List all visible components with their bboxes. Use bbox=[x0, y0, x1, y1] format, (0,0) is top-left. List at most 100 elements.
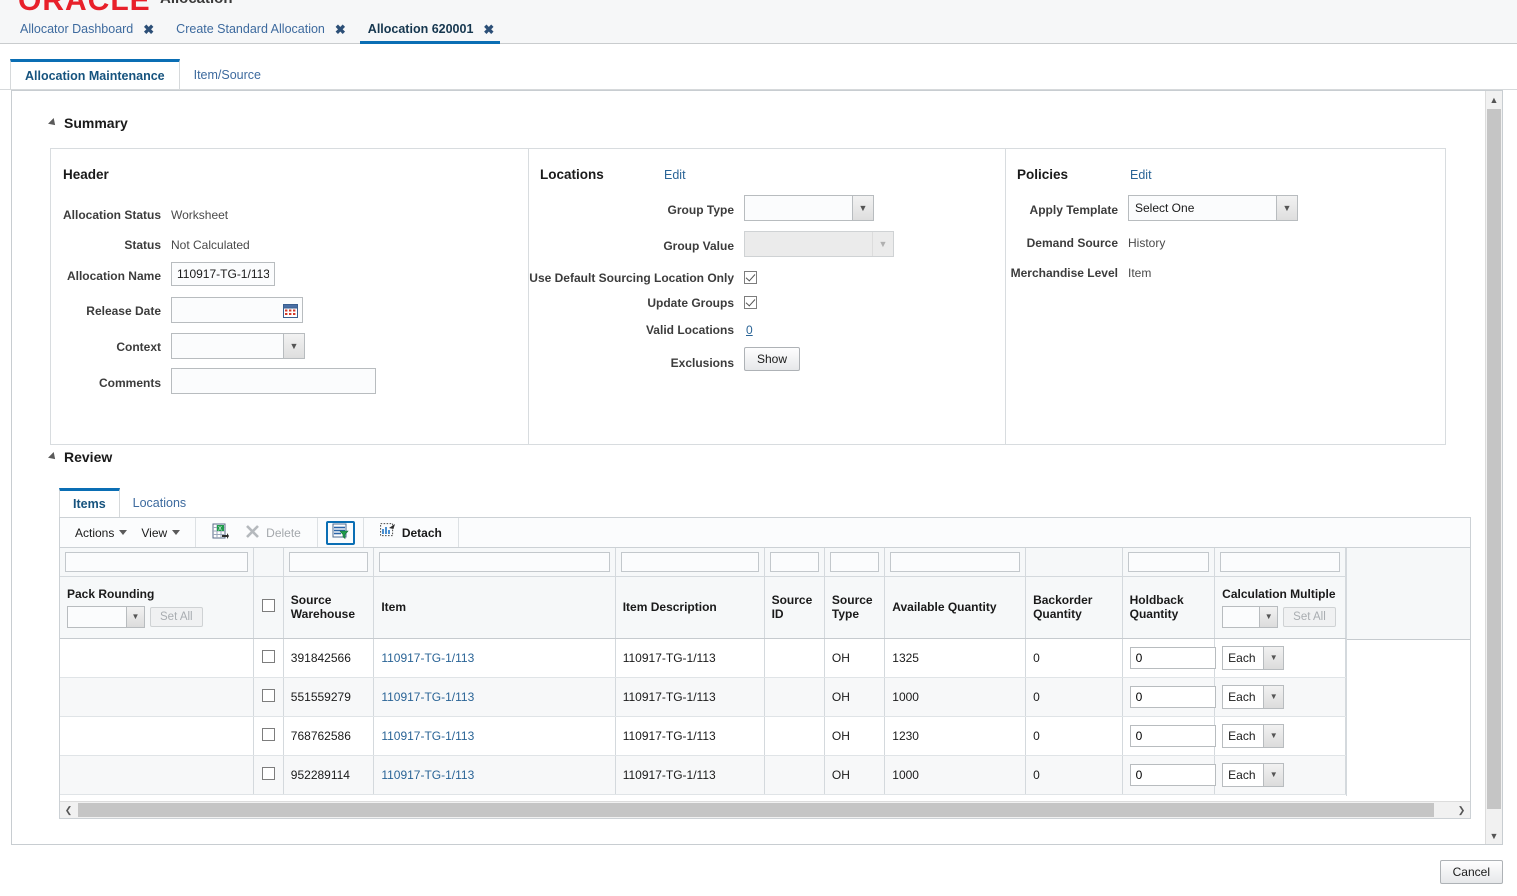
table-row[interactable]: 768762586 110917-TG-1/113 110917-TG-1/11… bbox=[60, 716, 1346, 756]
apply-template-select[interactable]: Select One ▼ bbox=[1128, 195, 1298, 221]
calculation-multiple-row-select[interactable]: Each ▼ bbox=[1222, 762, 1285, 787]
holdback-quantity-input[interactable] bbox=[1129, 646, 1216, 669]
column-header-available-quantity-label: Available Quantity bbox=[892, 600, 997, 614]
calculation-multiple-row-select[interactable]: Each ▼ bbox=[1222, 723, 1285, 748]
export-to-excel-button[interactable]: X bbox=[204, 521, 237, 545]
apply-template-label: Apply Template bbox=[1029, 203, 1118, 217]
cell-source-type: OH bbox=[824, 638, 886, 678]
filter-input-pack-rounding[interactable] bbox=[65, 551, 248, 572]
column-header-pack-rounding[interactable]: Pack Rounding ▼ Set All bbox=[60, 576, 254, 639]
item-link[interactable]: 110917-TG-1/113 bbox=[381, 690, 474, 704]
content-frame: Summary Header Allocation Status Workshe… bbox=[11, 90, 1503, 845]
review-tab-locations[interactable]: Locations bbox=[120, 488, 200, 517]
filter-input-calculation-multiple[interactable] bbox=[1220, 551, 1340, 572]
header-panel-title: Header bbox=[63, 167, 109, 182]
cell-source-id bbox=[764, 638, 825, 678]
calculation-multiple-row-select[interactable]: Each ▼ bbox=[1222, 645, 1285, 670]
close-icon[interactable]: ✖ bbox=[483, 23, 494, 36]
item-link[interactable]: 110917-TG-1/113 bbox=[381, 729, 474, 743]
filter-input-source-id[interactable] bbox=[769, 551, 819, 572]
filter-input-holdback-quantity[interactable] bbox=[1127, 551, 1210, 572]
item-link[interactable]: 110917-TG-1/113 bbox=[381, 651, 474, 665]
query-by-example-button[interactable] bbox=[325, 520, 355, 545]
row-select-checkbox[interactable] bbox=[261, 766, 275, 780]
view-menu[interactable]: View bbox=[134, 522, 187, 544]
use-default-sourcing-checkbox[interactable] bbox=[744, 271, 757, 284]
column-header-holdback-quantity[interactable]: Holdback Quantity bbox=[1122, 576, 1216, 639]
group-type-select[interactable]: ▼ bbox=[744, 195, 874, 221]
allocation-status-value: Worksheet bbox=[171, 208, 229, 222]
exclusions-show-button[interactable]: Show bbox=[744, 347, 801, 371]
column-header-calculation-multiple-label: Calculation Multiple bbox=[1222, 586, 1336, 601]
calendar-icon[interactable] bbox=[283, 303, 298, 318]
pack-rounding-select[interactable]: ▼ bbox=[67, 605, 145, 628]
browser-tab-allocation-620001[interactable]: Allocation 620001 ✖ bbox=[356, 14, 505, 44]
table-row[interactable]: 551559279 110917-TG-1/113 110917-TG-1/11… bbox=[60, 677, 1346, 717]
valid-locations-link[interactable]: 0 bbox=[746, 323, 753, 337]
allocation-status-label: Allocation Status bbox=[62, 208, 161, 222]
policies-edit-link[interactable]: Edit bbox=[1130, 168, 1152, 182]
calculation-multiple-row-select[interactable]: Each ▼ bbox=[1222, 684, 1285, 709]
filter-input-available-quantity[interactable] bbox=[890, 551, 1021, 572]
scroll-left-icon[interactable]: ❮ bbox=[60, 802, 77, 818]
browser-tab-label: Create Standard Allocation bbox=[176, 22, 325, 36]
filter-input-source-warehouse[interactable] bbox=[288, 551, 369, 572]
column-header-backorder-quantity[interactable]: Backorder Quantity bbox=[1025, 576, 1123, 639]
comments-input[interactable] bbox=[171, 368, 376, 394]
row-select-checkbox[interactable] bbox=[261, 649, 275, 663]
horizontal-scroll-thumb[interactable] bbox=[78, 803, 1434, 817]
filter-input-source-type[interactable] bbox=[829, 551, 880, 572]
allocation-name-input[interactable] bbox=[171, 262, 275, 286]
locations-edit-link[interactable]: Edit bbox=[664, 168, 686, 182]
locations-subpanel: Locations Edit Group Type ▼ Group Value … bbox=[529, 149, 1006, 444]
column-header-source-id-label: Source ID bbox=[771, 593, 813, 621]
holdback-quantity-input[interactable] bbox=[1129, 724, 1216, 747]
summary-section-toggle[interactable]: Summary bbox=[48, 115, 128, 131]
actions-menu[interactable]: Actions bbox=[68, 522, 134, 544]
scroll-right-icon[interactable]: ❯ bbox=[1453, 802, 1470, 818]
column-header-source-id[interactable]: Source ID bbox=[764, 576, 825, 639]
browser-tab-create-standard-allocation[interactable]: Create Standard Allocation ✖ bbox=[164, 14, 356, 44]
review-section-toggle[interactable]: Review bbox=[48, 449, 112, 465]
cancel-button[interactable]: Cancel bbox=[1439, 860, 1503, 884]
review-tab-items[interactable]: Items bbox=[59, 488, 120, 517]
calculation-multiple-row-value: Each bbox=[1228, 689, 1256, 704]
scroll-region: Summary Header Allocation Status Workshe… bbox=[12, 91, 1485, 844]
page-vertical-scrollbar[interactable]: ▲ ▼ bbox=[1485, 91, 1502, 844]
holdback-quantity-input[interactable] bbox=[1129, 685, 1216, 708]
table-row[interactable]: 391842566 110917-TG-1/113 110917-TG-1/11… bbox=[60, 638, 1346, 678]
column-header-item[interactable]: Item bbox=[373, 576, 616, 639]
column-header-available-quantity[interactable]: Available Quantity bbox=[884, 576, 1027, 639]
filter-row bbox=[60, 548, 1346, 577]
release-date-field[interactable] bbox=[171, 297, 303, 323]
close-icon[interactable]: ✖ bbox=[143, 23, 154, 36]
allocation-name-label: Allocation Name bbox=[66, 269, 161, 283]
browser-tab-allocator-dashboard[interactable]: Allocator Dashboard ✖ bbox=[8, 14, 164, 44]
holdback-quantity-input[interactable] bbox=[1129, 763, 1216, 786]
tab-allocation-maintenance[interactable]: Allocation Maintenance bbox=[10, 59, 180, 90]
column-header-item-description[interactable]: Item Description bbox=[615, 576, 765, 639]
scroll-down-icon[interactable]: ▼ bbox=[1486, 827, 1502, 844]
select-all-checkbox[interactable] bbox=[261, 599, 275, 612]
filter-input-item[interactable] bbox=[379, 551, 610, 572]
tab-item-source[interactable]: Item/Source bbox=[180, 59, 275, 90]
update-groups-checkbox[interactable] bbox=[744, 296, 757, 309]
column-header-source-type[interactable]: Source Type bbox=[824, 576, 886, 639]
column-header-source-warehouse[interactable]: Source Warehouse bbox=[283, 576, 375, 639]
cell-holdback-quantity bbox=[1122, 716, 1216, 756]
row-select-checkbox[interactable] bbox=[261, 727, 275, 741]
items-grid: Pack Rounding ▼ Set All Source Warehouse… bbox=[60, 548, 1470, 796]
calculation-multiple-select[interactable]: ▼ bbox=[1222, 605, 1279, 628]
release-date-input[interactable] bbox=[172, 299, 280, 321]
context-select[interactable]: ▼ bbox=[171, 333, 305, 359]
row-select-checkbox[interactable] bbox=[261, 688, 275, 702]
table-row[interactable]: 952289114 110917-TG-1/113 110917-TG-1/11… bbox=[60, 755, 1346, 795]
vertical-scroll-thumb[interactable] bbox=[1487, 109, 1501, 809]
detach-button[interactable]: Detach bbox=[372, 521, 450, 545]
close-icon[interactable]: ✖ bbox=[335, 23, 346, 36]
scroll-up-icon[interactable]: ▲ bbox=[1486, 91, 1502, 108]
column-header-calculation-multiple[interactable]: Calculation Multiple ▼ Set All bbox=[1214, 576, 1346, 639]
item-link[interactable]: 110917-TG-1/113 bbox=[381, 768, 474, 782]
filter-input-item-description[interactable] bbox=[620, 551, 759, 572]
grid-horizontal-scrollbar[interactable]: ❮ ❯ bbox=[60, 801, 1470, 818]
